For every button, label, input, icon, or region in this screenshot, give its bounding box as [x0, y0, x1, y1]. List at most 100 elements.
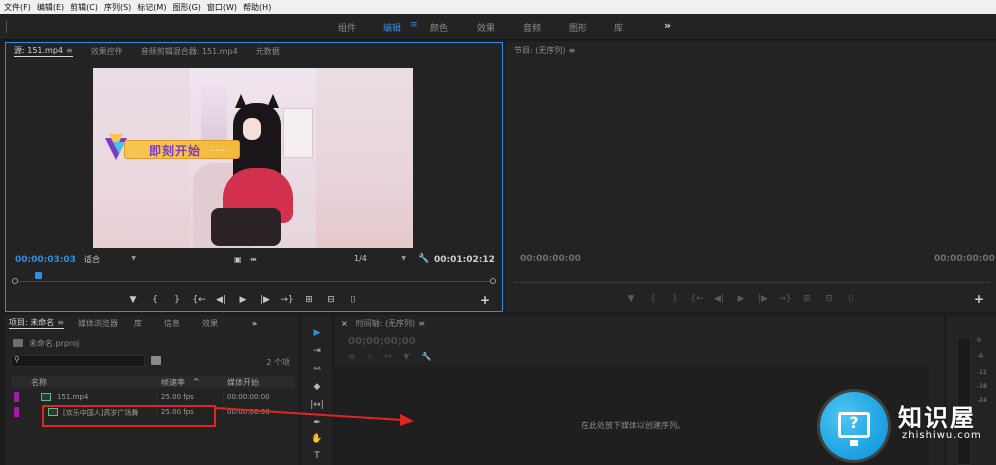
close-icon[interactable]: ×	[341, 319, 348, 328]
workspace-tab-color[interactable]: 颜色	[430, 21, 448, 34]
settings-wrench-icon[interactable]: 🔧	[421, 352, 431, 362]
export-frame-button[interactable]: ⌷	[840, 294, 862, 304]
panel-menu-icon[interactable]: ≡	[418, 319, 425, 328]
hand-tool-icon[interactable]: ✋	[308, 434, 326, 448]
tab-source[interactable]: 源: 151.mp4 ≡	[14, 45, 73, 57]
menu-markers[interactable]: 标记(M)	[137, 2, 166, 13]
project-file-name: 未命名.prproj	[29, 338, 80, 348]
lift-button[interactable]: ⊞	[796, 294, 818, 304]
workspace-tab-graphics[interactable]: 图形	[569, 21, 587, 34]
type-tool-icon[interactable]: T	[308, 451, 326, 465]
label-color-swatch[interactable]	[14, 407, 19, 417]
workspace-overflow-icon[interactable]: »	[664, 19, 671, 32]
scrubber-start-handle[interactable]	[12, 278, 18, 284]
menu-help[interactable]: 帮助(H)	[243, 2, 271, 13]
playhead-handle[interactable]	[35, 272, 42, 279]
menu-sequence[interactable]: 序列(S)	[104, 2, 131, 13]
asset-media-start: 00:00:00:00	[227, 393, 270, 401]
nest-toggle-icon[interactable]: ⧉	[349, 352, 355, 362]
button-editor-add-button[interactable]: +	[480, 293, 490, 307]
tab-info[interactable]: 信息	[164, 318, 180, 329]
drag-audio-icon[interactable]: ⇹	[250, 255, 257, 264]
mark-out-button[interactable]: }	[166, 295, 188, 305]
extract-button[interactable]: ⊟	[818, 294, 840, 304]
step-back-button[interactable]: ◀|	[210, 295, 232, 305]
workspace-menu-icon[interactable]: ≡	[410, 20, 418, 30]
track-select-tool-icon[interactable]: ⇥	[308, 346, 326, 360]
step-forward-button[interactable]: |▶	[752, 294, 774, 304]
button-editor-add-button[interactable]: +	[974, 292, 984, 306]
tab-timeline-label: 时间轴: (无序列)	[355, 318, 416, 328]
panel-menu-icon[interactable]: ≡	[57, 318, 64, 327]
tab-libraries[interactable]: 库	[134, 318, 142, 329]
column-frame-rate[interactable]: 帧速率	[161, 377, 185, 388]
snap-icon[interactable]: ∩	[367, 352, 373, 362]
settings-wrench-icon[interactable]: 🔧	[418, 254, 429, 264]
program-current-timecode[interactable]: 00:00:00:00	[520, 254, 581, 264]
mark-in-button[interactable]: {	[144, 295, 166, 305]
step-forward-button[interactable]: |▶	[254, 295, 276, 305]
clip-icon	[41, 393, 51, 401]
play-button[interactable]: ▶	[232, 295, 254, 305]
table-row[interactable]: 151.mp4 25.00 fps 00:00:00:00	[11, 390, 295, 404]
insert-button[interactable]: ⊞	[298, 295, 320, 305]
add-marker-icon[interactable]: ▼	[403, 352, 409, 362]
source-scrubber[interactable]	[12, 271, 496, 285]
tab-effects[interactable]: 效果	[202, 318, 218, 329]
add-marker-button[interactable]: ▼	[122, 295, 144, 305]
menu-bar: 文件(F) 编辑(E) 剪辑(C) 序列(S) 标记(M) 图形(G) 窗口(W…	[0, 0, 996, 14]
timeline-timecode[interactable]: 00;00;00;00	[348, 336, 416, 347]
program-scrubber[interactable]	[514, 282, 990, 283]
go-to-in-button[interactable]: {←	[188, 295, 210, 305]
menu-window[interactable]: 窗口(W)	[207, 2, 237, 13]
mark-in-button[interactable]: {	[642, 294, 664, 304]
fit-select[interactable]: 适合 ▼	[84, 254, 136, 265]
panel-menu-icon[interactable]: ≡	[66, 46, 73, 55]
scrubber-end-handle[interactable]	[490, 278, 496, 284]
project-search-input[interactable]: ⚲	[11, 355, 145, 367]
go-to-in-button[interactable]: {←	[686, 294, 708, 304]
mark-out-button[interactable]: }	[664, 294, 686, 304]
menu-graphics[interactable]: 图形(G)	[172, 2, 200, 13]
drag-video-icon[interactable]: ▣	[234, 255, 242, 264]
tab-program[interactable]: 节目: (无序列) ≡	[514, 45, 575, 56]
source-video-frame[interactable]: 即刻开始 ......	[93, 68, 413, 248]
panel-overflow-icon[interactable]: »	[252, 319, 257, 328]
linked-selection-icon[interactable]: ⚯	[385, 352, 392, 362]
go-to-out-button[interactable]: →}	[774, 294, 796, 304]
column-media-start[interactable]: 媒体开始	[227, 377, 259, 388]
tab-audio-clip-mixer[interactable]: 音频剪辑混合器: 151.mp4	[141, 46, 238, 57]
workspace-tab-editing[interactable]: 编辑	[383, 21, 401, 34]
source-current-timecode[interactable]: 00:00:03:03	[15, 255, 76, 265]
tab-project[interactable]: 项目: 未命名 ≡	[9, 317, 64, 329]
step-back-button[interactable]: ◀|	[708, 294, 730, 304]
workspace-tab-audio[interactable]: 音频	[523, 21, 541, 34]
column-name[interactable]: 名称	[31, 377, 47, 388]
overwrite-button[interactable]: ⊟	[320, 295, 342, 305]
resolution-select[interactable]: 1/4 ▼	[354, 254, 406, 265]
source-transport-controls: ▼ { } {← ◀| ▶ |▶ →} ⊞ ⊟ ⌷	[122, 293, 364, 307]
tab-timeline[interactable]: 时间轴: (无序列) ≡	[356, 318, 425, 329]
new-bin-icon[interactable]	[151, 356, 161, 365]
play-button[interactable]: ▶	[730, 294, 752, 304]
menu-clip[interactable]: 剪辑(C)	[70, 2, 98, 13]
tab-effect-controls[interactable]: 效果控件	[91, 46, 123, 57]
grip-handle[interactable]	[6, 21, 7, 33]
label-color-swatch[interactable]	[14, 392, 19, 402]
panel-menu-icon[interactable]: ≡	[568, 46, 575, 55]
ripple-edit-tool-icon[interactable]: ⇿	[308, 364, 326, 378]
tools-panel: ▶ ⇥ ⇿ ◆ |↔| ✒ ✋ T	[302, 315, 332, 465]
add-marker-button[interactable]: ▼	[620, 294, 642, 304]
workspace-tab-effects[interactable]: 效果	[477, 21, 495, 34]
workspace-tab-assembly[interactable]: 组件	[338, 21, 356, 34]
tab-metadata[interactable]: 元数据	[256, 46, 280, 57]
menu-file[interactable]: 文件(F)	[4, 2, 31, 13]
sort-ascending-icon[interactable]: ^	[193, 377, 200, 386]
export-frame-button[interactable]: ⌷	[342, 295, 364, 305]
tab-media-browser[interactable]: 媒体浏览器	[78, 318, 118, 329]
menu-edit[interactable]: 编辑(E)	[37, 2, 64, 13]
workspace-tab-libraries[interactable]: 库	[614, 21, 623, 34]
go-to-out-button[interactable]: →}	[276, 295, 298, 305]
razor-tool-icon[interactable]: ◆	[308, 382, 326, 396]
selection-tool-icon[interactable]: ▶	[308, 328, 326, 342]
